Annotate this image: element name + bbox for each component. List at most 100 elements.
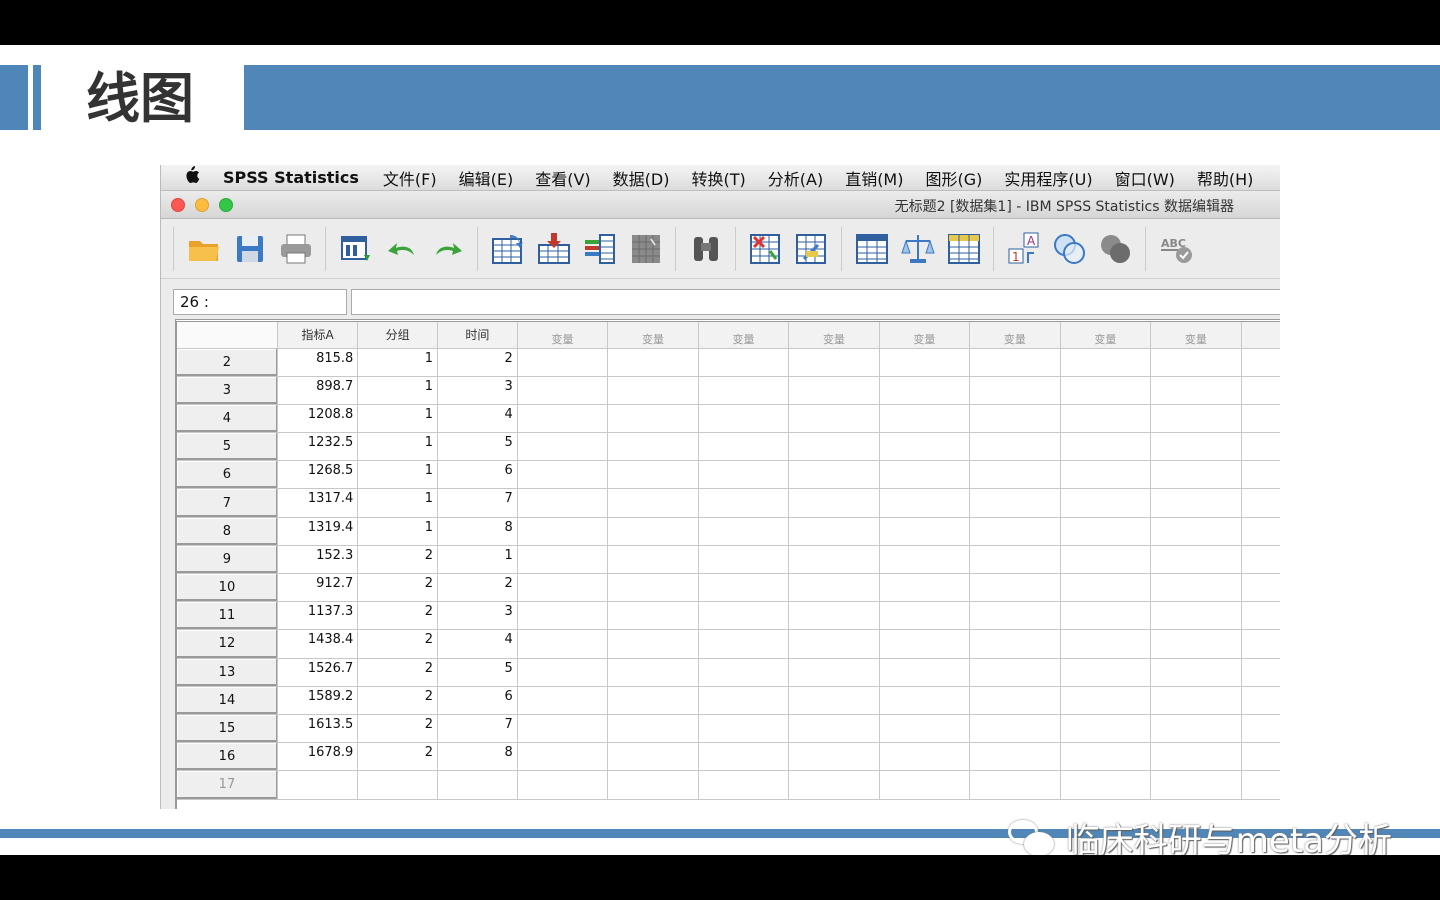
find-icon[interactable] [686,229,726,269]
empty-cell[interactable] [607,545,699,575]
empty-cell[interactable] [1150,714,1242,744]
data-cell[interactable]: 1319.4 [277,517,359,546]
spell-check-icon[interactable]: ABC [1156,229,1196,269]
empty-cell[interactable] [879,658,971,687]
row-header[interactable]: 3 [177,376,278,405]
data-cell[interactable]: 7 [437,488,518,518]
recall-dialog-icon[interactable] [336,229,376,269]
empty-cell[interactable] [1060,770,1152,800]
empty-cell[interactable] [969,573,1061,603]
empty-cell[interactable] [969,432,1061,462]
data-cell[interactable]: 1589.2 [277,686,359,715]
empty-cell[interactable] [788,601,880,631]
empty-cell[interactable] [879,432,971,462]
menu-edit[interactable]: 编辑(E) [459,166,514,190]
data-cell[interactable]: 1137.3 [277,601,359,631]
empty-cell[interactable] [698,770,790,800]
menu-analyze[interactable]: 分析(A) [768,166,823,190]
empty-cell[interactable] [1150,573,1242,603]
empty-cell[interactable] [517,517,609,546]
data-cell[interactable]: 2 [357,658,439,687]
row-header[interactable]: 5 [177,432,278,462]
print-icon[interactable] [276,229,316,269]
column-header[interactable]: 分组 [357,322,439,349]
empty-cell[interactable] [788,488,880,518]
empty-cell[interactable] [517,488,609,518]
row-header[interactable]: 7 [177,488,278,518]
data-cell[interactable]: 1 [437,545,518,575]
empty-cell[interactable] [879,770,971,800]
empty-cell[interactable] [607,376,699,405]
empty-cell[interactable] [879,714,971,744]
empty-cell[interactable] [1060,432,1152,462]
row-header[interactable]: 10 [177,573,278,603]
empty-cell[interactable] [1241,770,1280,800]
data-cell[interactable]: 1 [357,488,439,518]
data-cell[interactable]: 1 [357,432,439,462]
empty-cell[interactable] [969,742,1061,772]
data-cell[interactable]: 815.8 [277,348,359,377]
empty-cell[interactable] [1241,658,1280,687]
empty-cell[interactable] [1150,770,1242,800]
empty-column-header[interactable]: 变量 [788,322,880,349]
data-cell[interactable]: 1 [357,517,439,546]
empty-cell[interactable] [879,629,971,659]
empty-cell[interactable] [1060,686,1152,715]
column-header[interactable]: 时间 [437,322,518,349]
data-cell[interactable]: 4 [437,404,518,434]
empty-cell[interactable] [879,376,971,405]
data-cell[interactable]: 1 [357,376,439,405]
data-cell[interactable]: 8 [437,517,518,546]
row-header[interactable]: 9 [177,545,278,575]
empty-cell[interactable] [1060,573,1152,603]
data-cell[interactable]: 2 [357,601,439,631]
empty-cell[interactable] [1060,348,1152,377]
data-cell[interactable]: 2 [357,573,439,603]
menu-help[interactable]: 帮助(H) [1197,166,1254,190]
row-header[interactable]: 4 [177,404,278,434]
empty-cell[interactable] [1150,686,1242,715]
menu-data[interactable]: 数据(D) [613,166,670,190]
empty-cell[interactable] [698,686,790,715]
empty-cell[interactable] [788,432,880,462]
menu-graphs[interactable]: 图形(G) [925,166,982,190]
empty-cell[interactable] [517,714,609,744]
empty-cell[interactable] [1060,376,1152,405]
data-cell[interactable]: 912.7 [277,573,359,603]
empty-cell[interactable] [698,432,790,462]
empty-cell[interactable] [607,573,699,603]
empty-cell[interactable] [1060,658,1152,687]
menu-direct-marketing[interactable]: 直销(M) [845,166,903,190]
empty-cell[interactable] [698,545,790,575]
redo-icon[interactable] [428,229,468,269]
empty-cell[interactable] [1241,517,1280,546]
value-labels-icon[interactable]: A1 [1004,229,1044,269]
empty-cell[interactable] [607,348,699,377]
use-sets-icon[interactable] [1050,229,1090,269]
empty-cell[interactable] [1150,545,1242,575]
empty-cell[interactable] [1060,629,1152,659]
empty-cell[interactable] [698,488,790,518]
insert-cases-icon[interactable] [746,229,786,269]
data-cell[interactable]: 1438.4 [277,629,359,659]
open-icon[interactable] [184,229,224,269]
data-cell[interactable]: 6 [437,460,518,490]
empty-column-header[interactable]: 变量 [969,322,1061,349]
empty-cell[interactable] [1150,601,1242,631]
empty-cell[interactable] [698,376,790,405]
empty-cell[interactable] [969,545,1061,575]
empty-cell[interactable] [1150,460,1242,490]
empty-cell[interactable] [517,432,609,462]
cell-value-input[interactable] [351,289,1280,315]
empty-cell[interactable] [607,404,699,434]
empty-cell[interactable] [1241,376,1280,405]
empty-cell[interactable] [788,714,880,744]
data-cell[interactable]: 7 [437,714,518,744]
empty-cell[interactable] [517,545,609,575]
empty-cell[interactable] [788,404,880,434]
empty-cell[interactable] [788,686,880,715]
data-cell[interactable]: 2 [357,686,439,715]
empty-cell[interactable] [788,770,880,800]
empty-cell[interactable] [607,714,699,744]
empty-cell[interactable] [698,348,790,377]
